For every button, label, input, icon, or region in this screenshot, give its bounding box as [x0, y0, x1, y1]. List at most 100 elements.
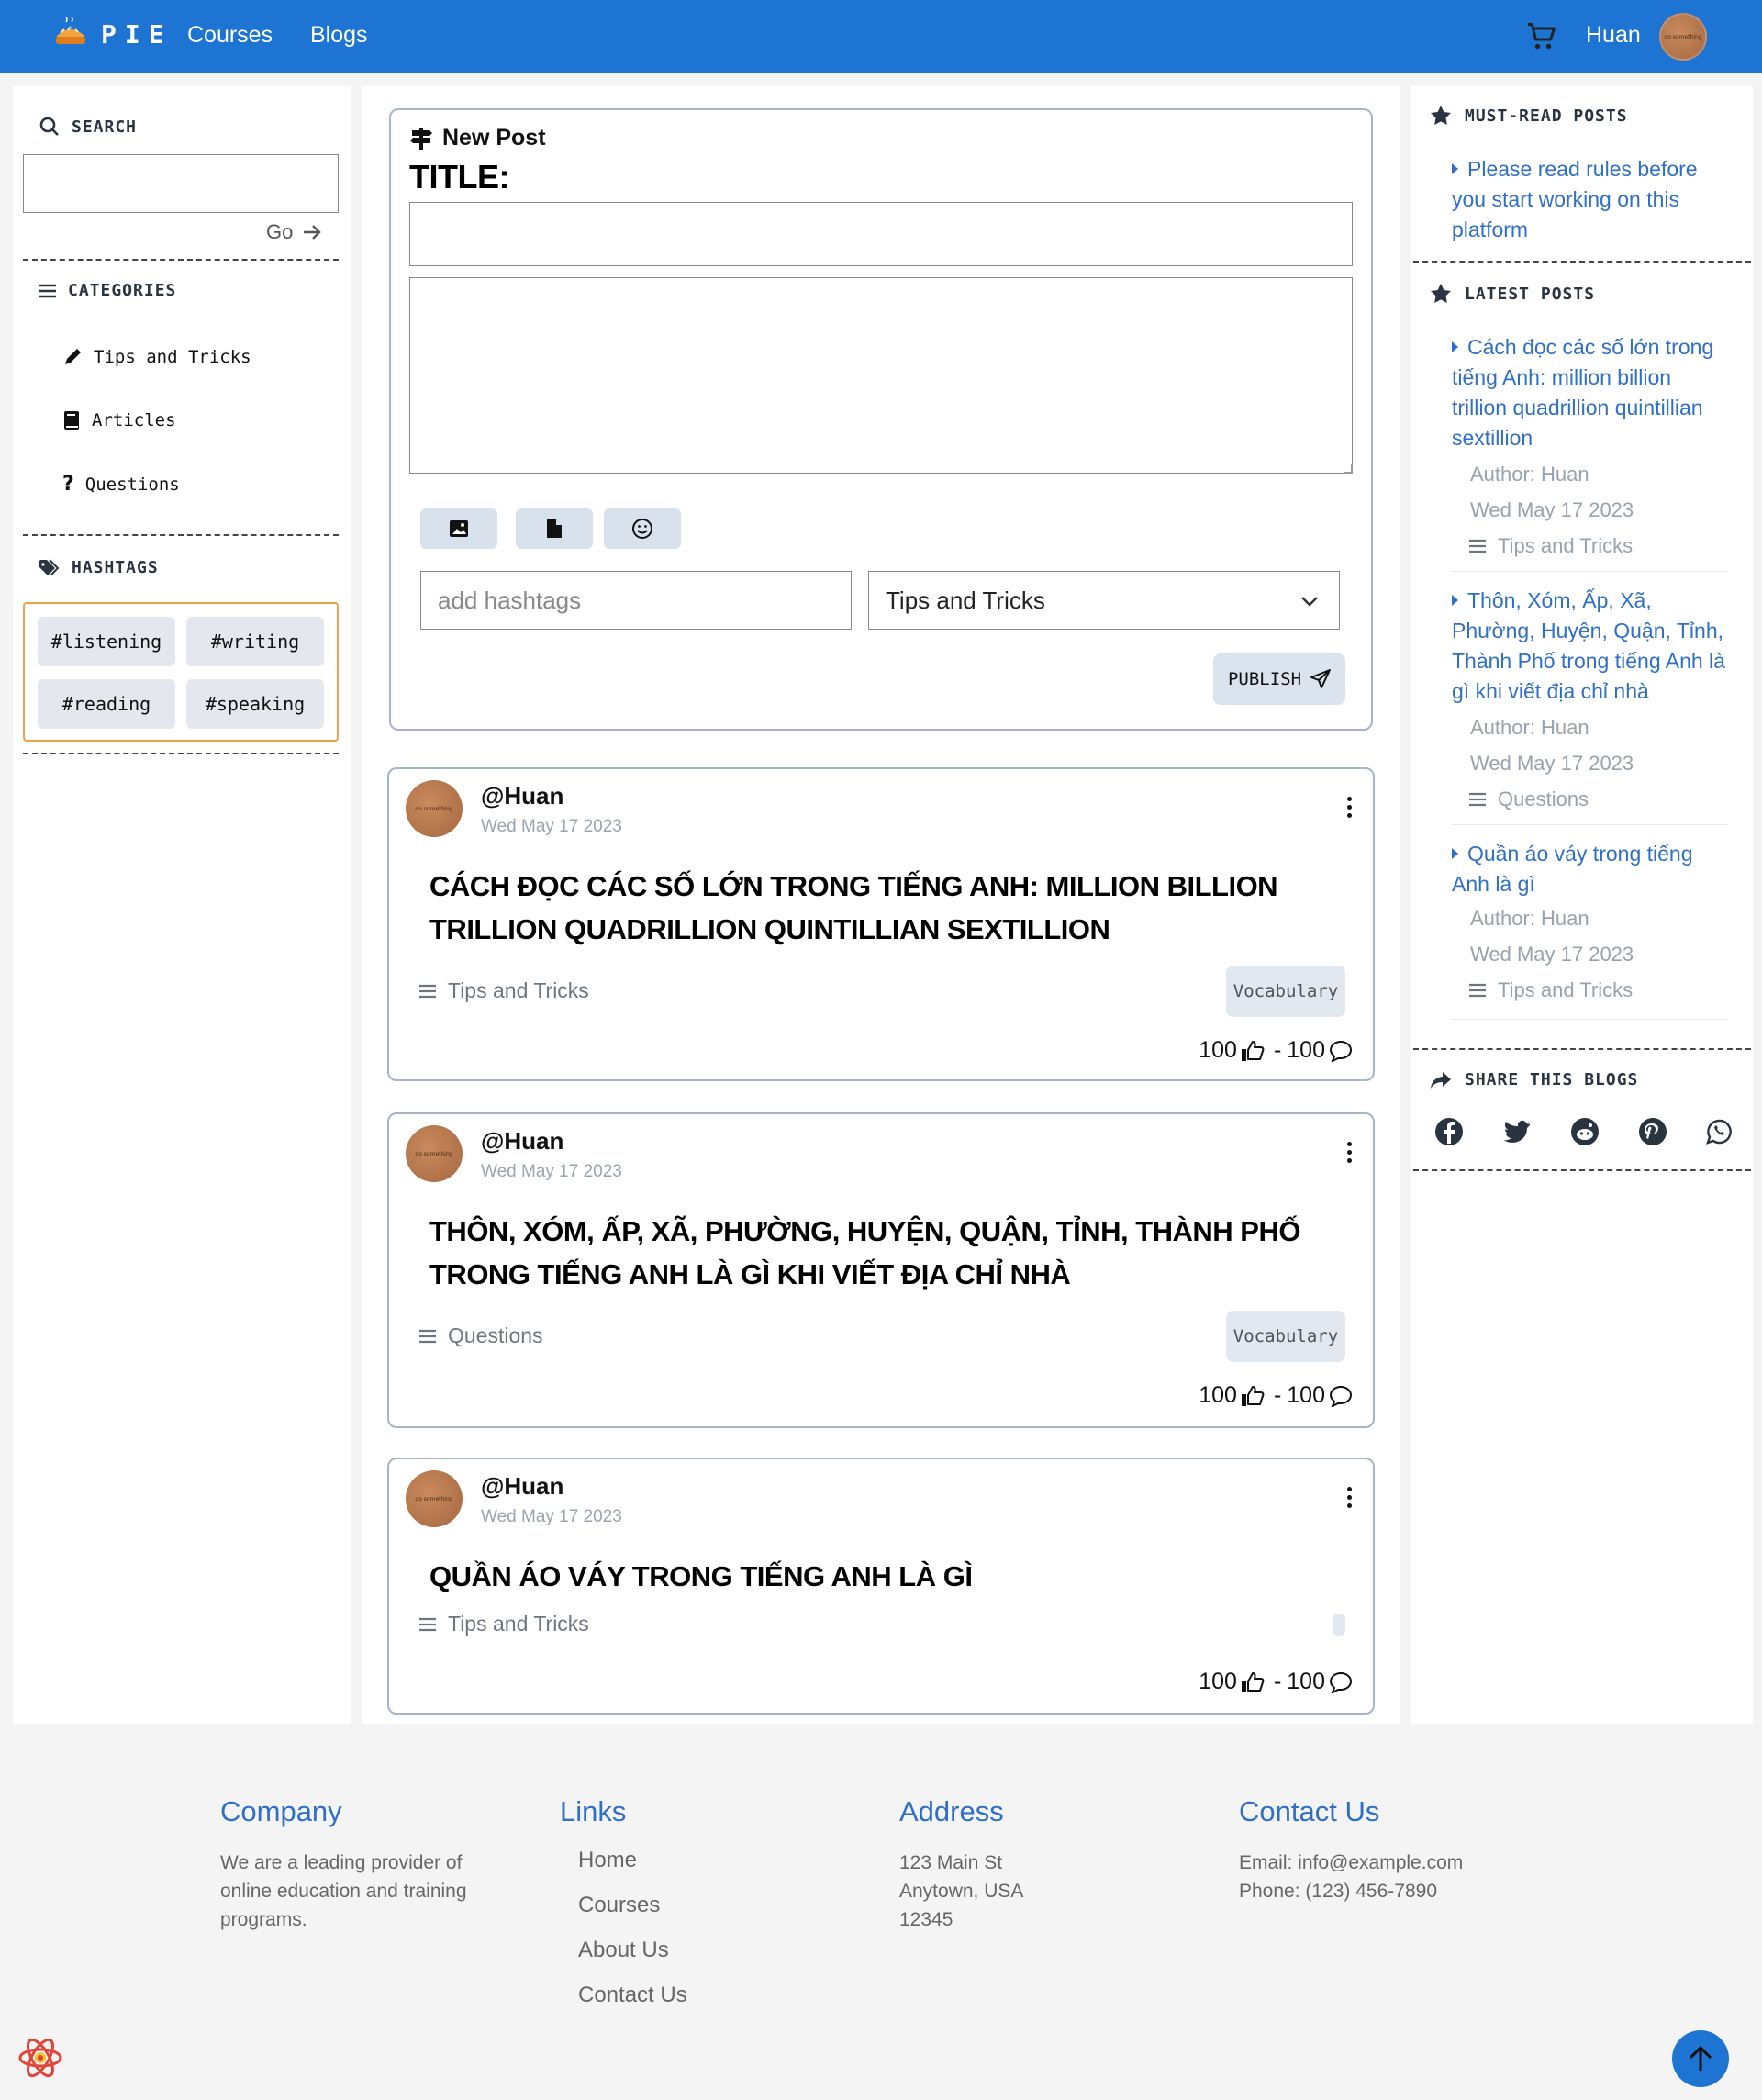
post-card[interactable]: do something @Huan Wed May 17 2023 Quần … [387, 1458, 1375, 1715]
whatsapp-icon[interactable] [1705, 1116, 1733, 1147]
post-tag-badge[interactable]: Vocabulary [1226, 1311, 1345, 1362]
more-options-icon[interactable] [1347, 797, 1353, 821]
footer-address: Address 123 Main St Anytown, USA 12345 [899, 1795, 1024, 1930]
post-title[interactable]: Thôn, Xóm, Ấp, Xã, Phường, Huyện, Quận, … [429, 1210, 1329, 1296]
post-avatar[interactable]: do something [406, 780, 463, 837]
footer-link-courses[interactable]: Courses [578, 1882, 835, 1927]
left-sidebar: SEARCH Go CATEGORIES Tips and Tricks Art… [13, 86, 351, 1724]
post-tag-badge[interactable]: Vocabulary [1226, 966, 1345, 1017]
tags-icon [39, 558, 60, 575]
separator [1452, 1019, 1727, 1020]
caret-right-icon [1452, 848, 1458, 859]
post-title[interactable]: Quần áo váy trong tiếng Anh là gì [429, 1555, 1329, 1598]
twitter-icon[interactable] [1501, 1116, 1533, 1147]
scroll-to-top-button[interactable] [1672, 2030, 1729, 2087]
category-select[interactable]: Tips and Tricks [868, 571, 1340, 630]
separator [1452, 824, 1727, 825]
post-card[interactable]: do something @Huan Wed May 17 2023 Cách … [387, 767, 1375, 1081]
publish-button[interactable]: PUBLISH [1213, 653, 1345, 705]
post-username[interactable]: @Huan [481, 782, 563, 810]
title-input[interactable] [409, 202, 1353, 266]
post-stats: 100 - 100 [1199, 1382, 1356, 1409]
latest-post-link[interactable]: Quần áo váy trong tiếng Anh là gì [1452, 839, 1727, 899]
resize-handle[interactable] [1344, 464, 1353, 474]
signpost-icon [410, 127, 432, 150]
file-icon [547, 519, 562, 538]
footer-link-contact[interactable]: Contact Us [578, 1972, 835, 2017]
hashtag-speaking[interactable]: #speaking [186, 679, 324, 729]
insert-image-button[interactable] [420, 508, 497, 549]
post-card[interactable]: do something @Huan Wed May 17 2023 Thôn,… [387, 1112, 1375, 1428]
hashtags-heading: HASHTAGS [39, 558, 159, 577]
hashtag-reading[interactable]: #reading [38, 679, 175, 729]
list-icon [1469, 539, 1486, 553]
must-read-heading: MUST-READ POSTS [1430, 105, 1628, 127]
post-category[interactable]: Tips and Tricks [418, 978, 589, 1003]
insert-file-button[interactable] [516, 508, 593, 549]
hashtag-writing[interactable]: #writing [186, 617, 324, 666]
react-logo-icon[interactable] [17, 2036, 64, 2080]
hashtag-input[interactable]: add hashtags [420, 571, 852, 630]
post-avatar[interactable]: do something [406, 1470, 463, 1527]
footer-link-about[interactable]: About Us [578, 1927, 835, 1972]
search-go-button[interactable]: Go [266, 220, 322, 244]
top-navbar: PIE Courses Blogs Huan do something [0, 0, 1762, 73]
post-tag-badge[interactable] [1333, 1614, 1345, 1636]
insert-emoji-button[interactable] [604, 508, 681, 549]
user-avatar[interactable]: do something [1659, 13, 1707, 61]
category-articles[interactable]: Articles [62, 410, 176, 430]
title-label: TITLE: [409, 158, 509, 195]
post-username[interactable]: @Huan [481, 1127, 563, 1156]
must-read-link[interactable]: Please read rules before you start worki… [1452, 154, 1727, 245]
brand-name: PIE [101, 18, 173, 50]
latest-posts-heading: LATEST POSTS [1430, 283, 1595, 305]
post-category[interactable]: Tips and Tricks [418, 1612, 589, 1636]
thumbs-up-icon[interactable] [1241, 1385, 1265, 1407]
list-icon [1469, 792, 1486, 807]
share-heading: SHARE THIS BLOGS [1430, 1070, 1638, 1089]
separator [1452, 571, 1727, 572]
latest-post-category[interactable]: Tips and Tricks [1468, 978, 1633, 1002]
latest-post-link[interactable]: Cách đọc các số lớn trong tiếng Anh: mil… [1452, 332, 1727, 453]
footer-link-home[interactable]: Home [578, 1838, 835, 1882]
pinterest-icon[interactable] [1637, 1116, 1668, 1147]
search-icon [39, 117, 59, 136]
latest-post-category[interactable]: Tips and Tricks [1468, 534, 1633, 558]
more-options-icon[interactable] [1347, 1487, 1353, 1512]
post-category[interactable]: Questions [418, 1324, 543, 1348]
brand-logo[interactable]: PIE [53, 17, 173, 51]
reddit-icon[interactable] [1569, 1116, 1600, 1147]
thumbs-up-icon[interactable] [1241, 1040, 1265, 1062]
comment-icon[interactable] [1329, 1040, 1353, 1062]
comment-icon[interactable] [1329, 1385, 1353, 1407]
latest-post-author: Author: Huan [1470, 716, 1589, 739]
search-heading: SEARCH [39, 116, 137, 138]
hashtag-listening[interactable]: #listening [38, 617, 175, 666]
nav-blogs[interactable]: Blogs [310, 22, 368, 49]
divider [1413, 1048, 1751, 1050]
category-tips-and-tricks[interactable]: Tips and Tricks [62, 347, 251, 367]
caret-right-icon [1452, 595, 1458, 606]
post-avatar[interactable]: do something [406, 1125, 463, 1182]
divider [23, 534, 339, 536]
post-body-textarea[interactable] [409, 277, 1353, 474]
more-options-icon[interactable] [1347, 1142, 1353, 1167]
post-username[interactable]: @Huan [481, 1472, 563, 1501]
search-input[interactable] [23, 154, 339, 213]
comment-icon[interactable] [1329, 1671, 1353, 1693]
post-title[interactable]: Cách đọc các số lớn trong tiếng Anh: mil… [429, 865, 1329, 951]
nav-courses[interactable]: Courses [187, 22, 273, 49]
facebook-icon[interactable] [1433, 1116, 1465, 1147]
latest-post-link[interactable]: Thôn, Xóm, Ấp, Xã, Phường, Huyện, Quận, … [1452, 586, 1727, 707]
latest-post-author: Author: Huan [1470, 907, 1589, 930]
thumbs-up-icon[interactable] [1241, 1671, 1265, 1693]
right-sidebar: MUST-READ POSTS Please read rules before… [1411, 86, 1753, 1724]
user-name[interactable]: Huan [1586, 22, 1641, 49]
question-icon: ? [62, 473, 74, 496]
footer-contact: Contact Us Email: info@example.com Phone… [1239, 1795, 1464, 1902]
divider [1413, 261, 1751, 262]
latest-post-category[interactable]: Questions [1468, 788, 1589, 811]
category-questions[interactable]: ? Questions [62, 473, 180, 496]
cart-icon[interactable] [1525, 20, 1558, 53]
latest-post-date: Wed May 17 2023 [1470, 498, 1634, 521]
